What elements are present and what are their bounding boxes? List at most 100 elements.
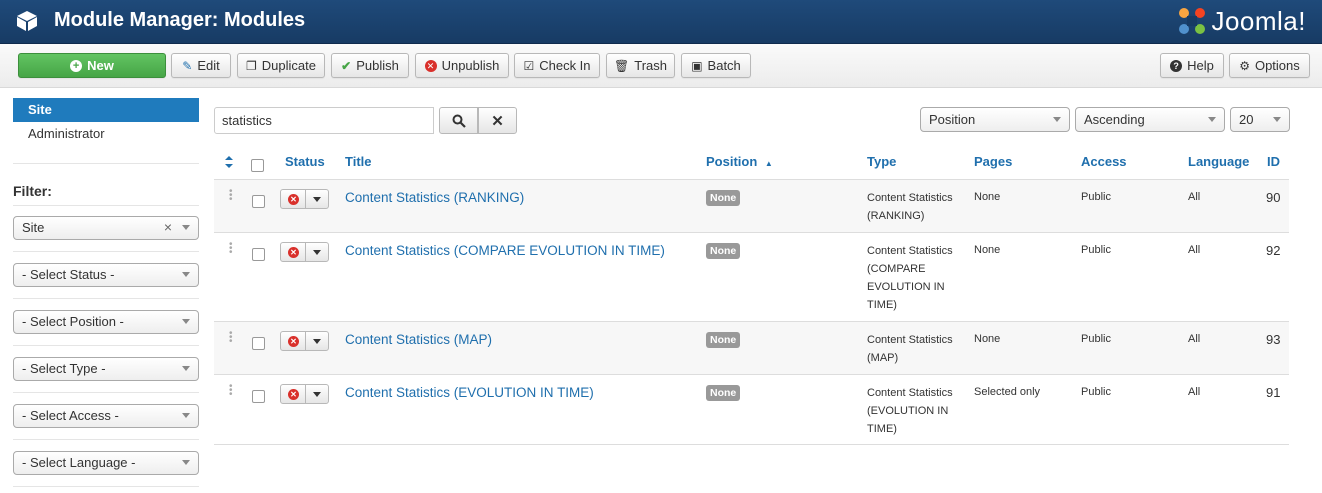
drag-handle-icon[interactable]: • • • bbox=[229, 240, 233, 258]
chevron-down-icon bbox=[182, 366, 190, 371]
pages-cell: None bbox=[974, 191, 1001, 203]
sidebar-item-administrator[interactable]: Administrator bbox=[13, 124, 199, 146]
row-checkbox[interactable] bbox=[252, 337, 265, 350]
pages-cell: None bbox=[974, 333, 1001, 345]
id-cell: 91 bbox=[1266, 385, 1281, 400]
plus-icon: + bbox=[70, 59, 83, 72]
new-button[interactable]: + New bbox=[18, 53, 166, 78]
drag-handle-icon[interactable]: • • • bbox=[229, 382, 233, 400]
module-title-link[interactable]: Content Statistics (MAP) bbox=[345, 332, 492, 347]
sidebar-divider bbox=[13, 345, 199, 346]
sort-ascending-icon: ▲ bbox=[764, 159, 773, 168]
position-filter-select[interactable]: - Select Position - bbox=[13, 310, 199, 334]
sidebar-divider bbox=[13, 486, 199, 487]
type-cell: Content Statistics (EVOLUTION IN TIME) bbox=[867, 387, 953, 435]
publish-button[interactable]: ✔ Publish bbox=[331, 53, 409, 78]
column-header-pages[interactable]: Pages bbox=[974, 154, 1012, 169]
chevron-down-icon bbox=[1273, 117, 1281, 122]
access-cell: Public bbox=[1081, 386, 1111, 398]
drag-handle-icon[interactable]: • • • bbox=[229, 329, 233, 347]
status-toggle[interactable]: ✕ bbox=[280, 189, 329, 209]
select-all-checkbox[interactable] bbox=[251, 159, 264, 172]
chevron-down-icon bbox=[182, 225, 190, 230]
type-filter-select[interactable]: - Select Type - bbox=[13, 357, 199, 381]
unpublish-icon: ✕ bbox=[424, 59, 437, 72]
sidebar-divider bbox=[13, 251, 199, 252]
column-header-status[interactable]: Status bbox=[285, 154, 325, 169]
position-badge: None bbox=[706, 243, 741, 259]
column-header-position[interactable]: Position ▲ bbox=[706, 154, 773, 169]
pages-cell: None bbox=[974, 244, 1001, 256]
column-header-language[interactable]: Language bbox=[1188, 154, 1249, 169]
pages-cell: Selected only bbox=[974, 386, 1041, 398]
access-cell: Public bbox=[1081, 244, 1111, 256]
sidebar-divider bbox=[13, 392, 199, 393]
ordering-sort-icon[interactable] bbox=[224, 155, 234, 172]
duplicate-button[interactable]: ❐ Duplicate bbox=[237, 53, 325, 78]
status-toggle[interactable]: ✕ bbox=[280, 384, 329, 404]
unpublish-button[interactable]: ✕ Unpublish bbox=[415, 53, 509, 78]
row-checkbox[interactable] bbox=[252, 248, 265, 261]
position-badge: None bbox=[706, 190, 741, 206]
module-title-link[interactable]: Content Statistics (RANKING) bbox=[345, 190, 524, 205]
sort-field-select[interactable]: Position bbox=[920, 107, 1070, 132]
gear-icon: ⚙ bbox=[1239, 58, 1250, 73]
search-input[interactable]: statistics bbox=[214, 107, 434, 134]
chevron-down-icon bbox=[182, 319, 190, 324]
status-toggle[interactable]: ✕ bbox=[280, 242, 329, 262]
id-cell: 90 bbox=[1266, 190, 1281, 205]
unpublished-icon: ✕ bbox=[288, 194, 299, 205]
id-cell: 93 bbox=[1266, 332, 1281, 347]
trash-button[interactable]: 🗑 Trash bbox=[606, 53, 675, 78]
table-row: • • • ✕ Content Statistics (COMPARE EVOLUT… bbox=[214, 232, 1289, 321]
batch-icon: ▣ bbox=[691, 58, 703, 73]
search-button[interactable] bbox=[439, 107, 478, 134]
help-button[interactable]: ? Help bbox=[1160, 53, 1224, 78]
unpublished-icon: ✕ bbox=[288, 389, 299, 400]
column-header-type[interactable]: Type bbox=[867, 154, 896, 169]
chevron-down-icon bbox=[1053, 117, 1061, 122]
access-filter-select[interactable]: - Select Access - bbox=[13, 404, 199, 428]
close-icon: ✕ bbox=[491, 112, 504, 130]
table-row: • • • ✕ Content Statistics (RANKING) None … bbox=[214, 179, 1289, 232]
table-row: • • • ✕ Content Statistics (MAP) None Cont… bbox=[214, 321, 1289, 374]
module-title-link[interactable]: Content Statistics (EVOLUTION IN TIME) bbox=[345, 385, 594, 400]
batch-button[interactable]: ▣ Batch bbox=[681, 53, 751, 78]
column-header-id[interactable]: ID bbox=[1267, 154, 1280, 169]
language-filter-select[interactable]: - Select Language - bbox=[13, 451, 199, 475]
status-toggle[interactable]: ✕ bbox=[280, 331, 329, 351]
drag-handle-icon[interactable]: • • • bbox=[229, 187, 233, 205]
chevron-down-icon bbox=[313, 250, 321, 255]
sidebar-divider bbox=[13, 163, 199, 164]
row-checkbox[interactable] bbox=[252, 195, 265, 208]
row-checkbox[interactable] bbox=[252, 390, 265, 403]
column-header-title[interactable]: Title bbox=[345, 154, 372, 169]
status-filter-select[interactable]: - Select Status - bbox=[13, 263, 199, 287]
position-badge: None bbox=[706, 385, 741, 401]
checkbox-icon: ☑ bbox=[523, 58, 535, 73]
clear-search-button[interactable]: ✕ bbox=[478, 107, 517, 134]
language-cell: All bbox=[1188, 191, 1201, 203]
sort-direction-select[interactable]: Ascending bbox=[1075, 107, 1225, 132]
joomla-logo-icon bbox=[1179, 8, 1206, 34]
module-title-link[interactable]: Content Statistics (COMPARE EVOLUTION IN… bbox=[345, 243, 665, 258]
sidebar-divider bbox=[13, 298, 199, 299]
options-button[interactable]: ⚙ Options bbox=[1229, 53, 1310, 78]
unpublished-icon: ✕ bbox=[288, 336, 299, 347]
language-cell: All bbox=[1188, 386, 1201, 398]
checkin-button[interactable]: ☑ Check In bbox=[514, 53, 600, 78]
chevron-down-icon bbox=[1208, 117, 1216, 122]
filter-label: Filter: bbox=[13, 183, 52, 199]
trash-icon: 🗑 bbox=[614, 58, 630, 73]
client-filter-select[interactable]: Site × bbox=[13, 216, 199, 240]
clear-icon[interactable]: × bbox=[164, 219, 172, 235]
chevron-down-icon bbox=[182, 413, 190, 418]
chevron-down-icon bbox=[313, 392, 321, 397]
toolbar: + New ✎ Edit ❐ Duplicate ✔ Publish ✕ Unpublis… bbox=[0, 44, 1322, 88]
edit-button[interactable]: ✎ Edit bbox=[171, 53, 231, 78]
column-header-access[interactable]: Access bbox=[1081, 154, 1127, 169]
joomla-logo[interactable]: Joomla! bbox=[1177, 3, 1306, 39]
header-bar: Module Manager: Modules Joomla! bbox=[0, 0, 1322, 44]
sidebar-item-site[interactable]: Site bbox=[13, 98, 199, 122]
list-limit-select[interactable]: 20 bbox=[1230, 107, 1290, 132]
